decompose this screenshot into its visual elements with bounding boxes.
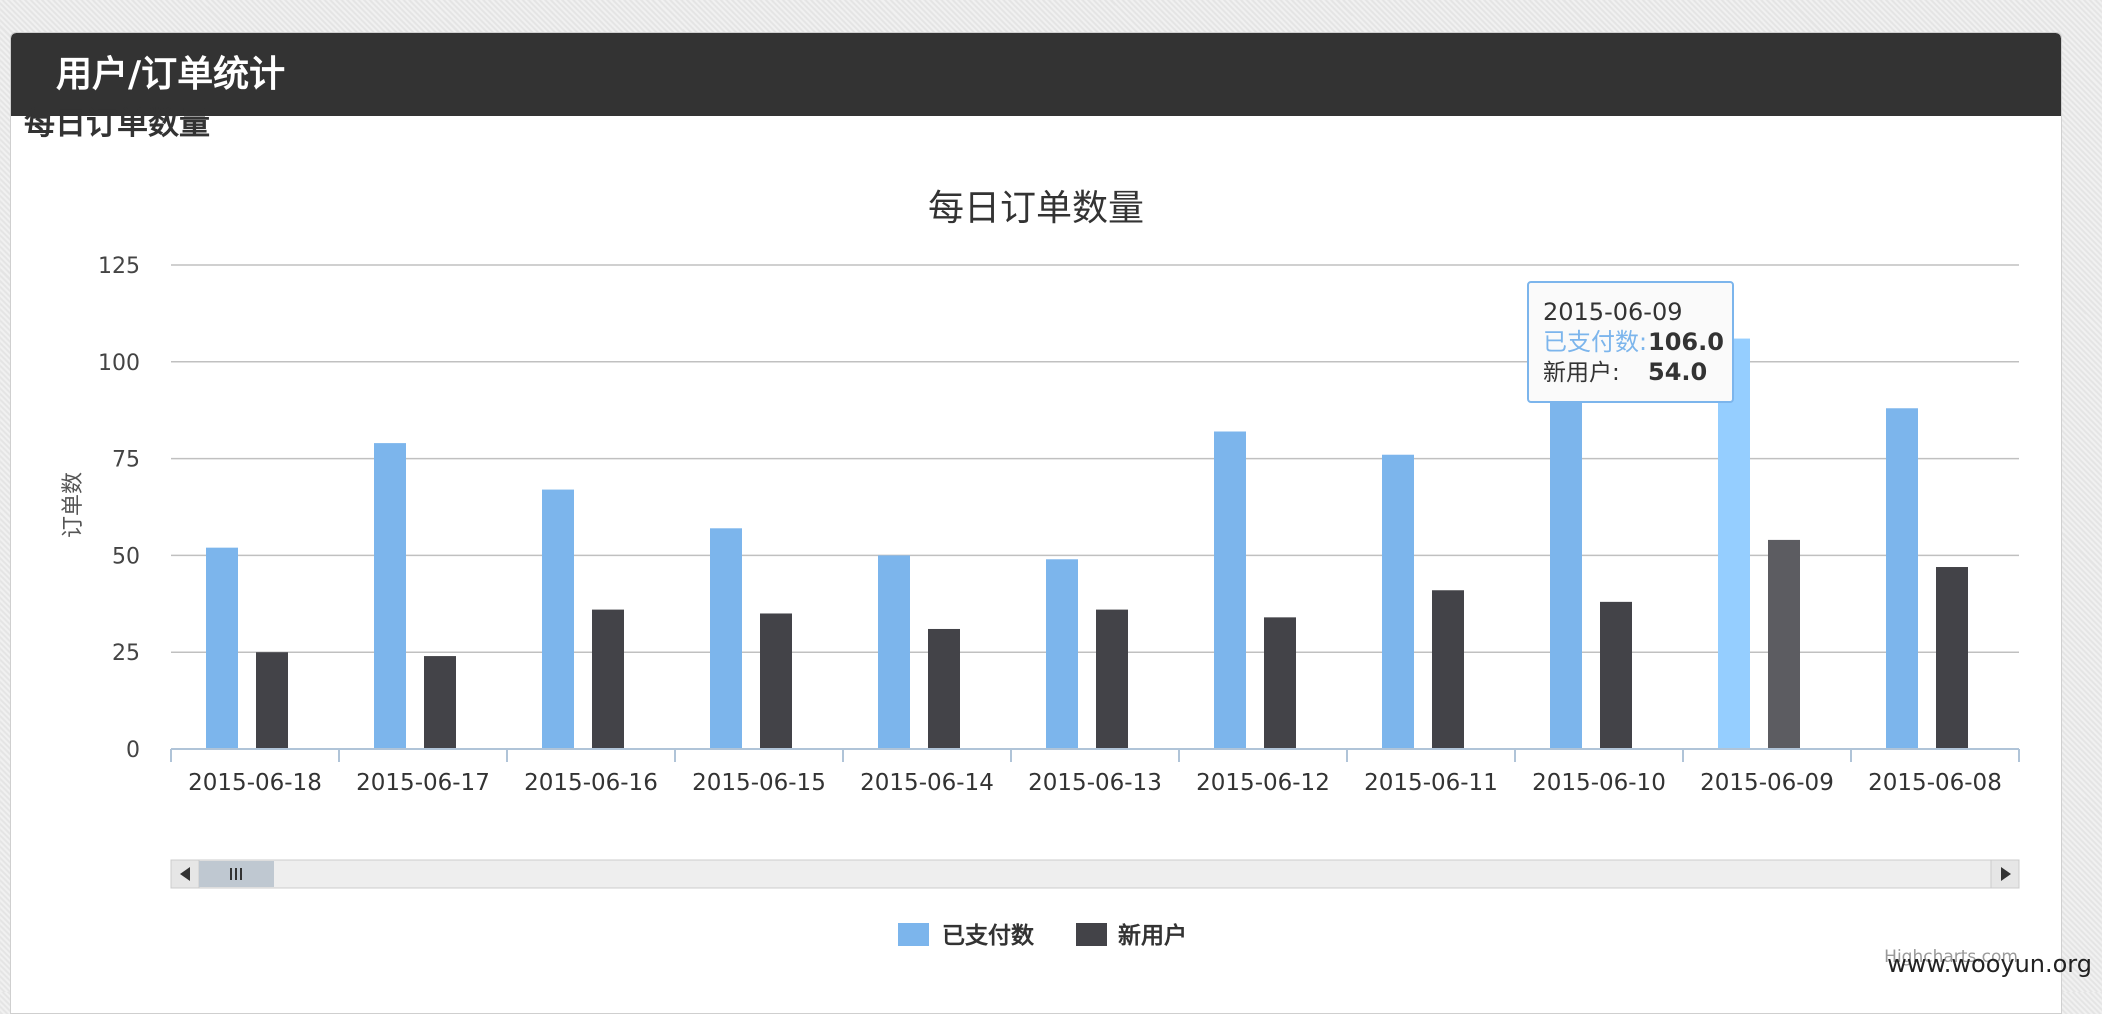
legend: 已支付数 新用户 — [898, 922, 1187, 949]
y-tick-label: 100 — [98, 351, 140, 376]
bar-new-user — [424, 656, 456, 749]
bar-paid — [374, 443, 406, 749]
bar-new-user — [592, 609, 624, 749]
scrollbar-track[interactable] — [170, 859, 2020, 889]
y-tick-label: 0 — [126, 738, 140, 763]
y-tick-label: 50 — [112, 544, 140, 569]
x-tick-label: 2015-06-13 — [1028, 770, 1162, 796]
y-tick-label: 25 — [112, 641, 140, 666]
bar-new-user — [256, 652, 288, 749]
bar-paid — [710, 528, 742, 749]
chart-title: 每日订单数量 — [928, 188, 1144, 229]
watermark: www.wooyun.org — [1887, 950, 2092, 978]
bar-new-user — [1096, 609, 1128, 749]
tooltip-date: 2015-06-09 — [1543, 298, 1682, 326]
tooltip: 2015-06-09 已支付数: 106.0 新用户: 54.0 — [1527, 281, 1734, 403]
x-tick-label: 2015-06-14 — [860, 770, 994, 796]
bar-paid — [1046, 559, 1078, 749]
y-axis-label: 订单数 — [61, 472, 86, 538]
bar-new-user — [1264, 617, 1296, 749]
x-tick-label: 2015-06-09 — [1700, 770, 1834, 796]
x-tick-label: 2015-06-15 — [692, 770, 826, 796]
bar-paid — [1214, 431, 1246, 749]
navigator-scrollbar[interactable] — [170, 859, 2020, 889]
bar-paid — [878, 555, 910, 749]
tooltip-new-value: 54.0 — [1648, 358, 1707, 386]
legend-item-new[interactable]: 新用户 — [1076, 922, 1187, 949]
x-tick-label: 2015-06-12 — [1196, 770, 1330, 796]
tooltip-paid-label: 已支付数: — [1543, 328, 1647, 356]
bar-new-user — [1600, 601, 1632, 749]
y-tick-label: 75 — [112, 448, 140, 473]
y-tick-label: 125 — [98, 254, 140, 279]
legend-label-new: 新用户 — [1118, 922, 1187, 949]
legend-swatch-paid — [898, 923, 929, 946]
x-tick-label: 2015-06-10 — [1532, 770, 1666, 796]
bar-new-user — [760, 613, 792, 749]
x-tick-label: 2015-06-17 — [356, 770, 490, 796]
legend-item-paid[interactable]: 已支付数 — [898, 923, 1035, 949]
x-tick-label: 2015-06-11 — [1364, 770, 1498, 796]
bar-paid — [1550, 377, 1582, 749]
tooltip-paid-value: 106.0 — [1648, 328, 1724, 356]
bar-new-user — [1432, 590, 1464, 749]
bar-chart: 每日订单数量 订单数 0255075100125 2015-06-18 2015-… — [61, 188, 2092, 978]
bar-paid — [1886, 408, 1918, 749]
legend-swatch-new — [1076, 923, 1107, 946]
bar-paid — [206, 547, 238, 749]
x-tick-label: 2015-06-16 — [524, 770, 658, 796]
x-tick-label: 2015-06-18 — [188, 770, 322, 796]
legend-label-paid: 已支付数 — [942, 923, 1035, 949]
bar-new-user — [1936, 567, 1968, 749]
bar-paid — [1382, 454, 1414, 749]
bar-new-user — [928, 628, 960, 749]
bar-paid — [542, 489, 574, 749]
bar-new-user — [1768, 539, 1800, 749]
x-axis: 2015-06-18 2015-06-17 2015-06-16 2015-06-15… — [170, 748, 2020, 796]
tooltip-new-label: 新用户: — [1543, 360, 1620, 386]
x-tick-label: 2015-06-08 — [1868, 770, 2002, 796]
y-axis-ticks: 0 25 50 75 100 125 — [98, 254, 140, 763]
